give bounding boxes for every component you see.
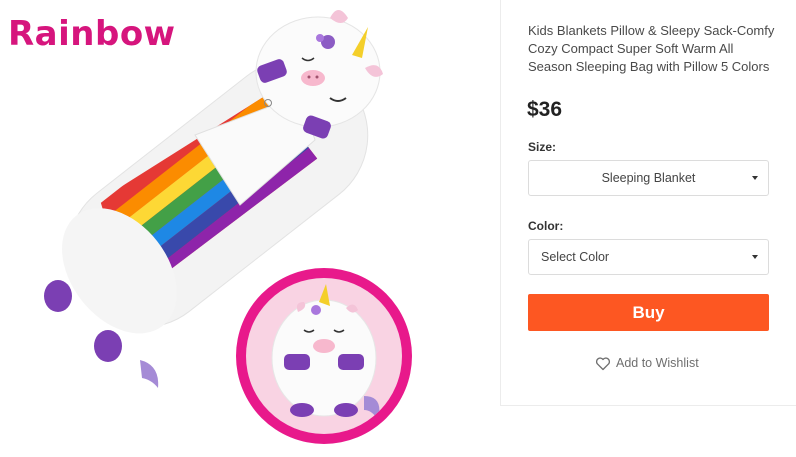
size-label: Size:	[528, 140, 557, 154]
color-select[interactable]: Select Color	[528, 239, 769, 275]
chevron-down-icon	[752, 255, 758, 259]
brand-label: Rainbow	[8, 14, 176, 54]
add-to-wishlist-link[interactable]: Add to Wishlist	[595, 353, 699, 373]
size-select[interactable]: Sleeping Blanket	[528, 160, 769, 196]
size-selected-value: Sleeping Blanket	[601, 171, 696, 185]
product-price: $36	[527, 98, 563, 121]
color-label: Color:	[528, 219, 564, 233]
buy-button[interactable]: Buy	[528, 294, 769, 331]
unicorn-pillow-image	[271, 284, 380, 420]
color-selected-value: Select Color	[541, 250, 610, 264]
heart-icon	[595, 356, 611, 371]
wishlist-label: Add to Wishlist	[616, 356, 699, 370]
chevron-down-icon	[752, 176, 758, 180]
product-thumbnail	[236, 268, 412, 444]
product-image: Rainbow	[0, 0, 500, 457]
product-title: Kids Blankets Pillow & Sleepy Sack-Comfy…	[528, 23, 775, 74]
product-info-panel: Kids Blankets Pillow & Sleepy Sack-Comfy…	[500, 0, 796, 406]
